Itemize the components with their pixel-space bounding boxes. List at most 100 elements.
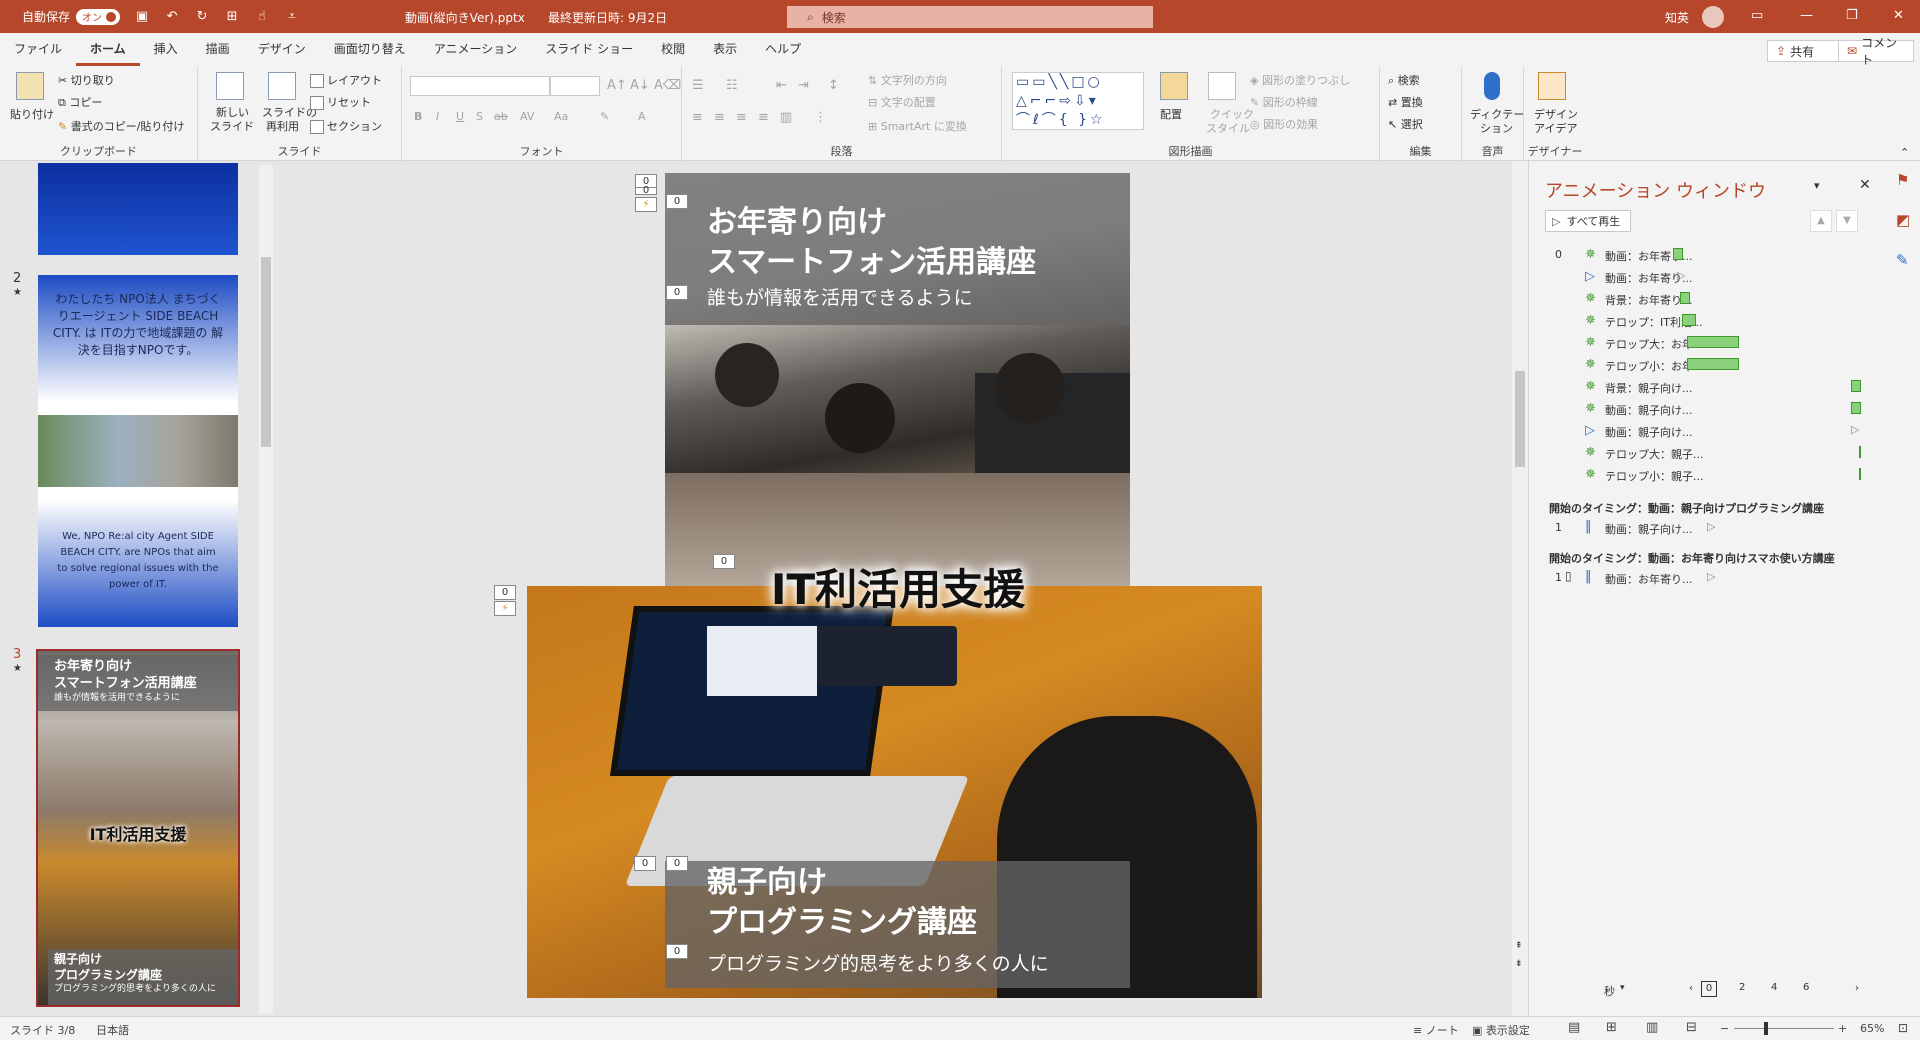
smartart-button[interactable]: ⊞ SmartArt に変換 — [868, 118, 967, 134]
timing-bar[interactable] — [1859, 446, 1861, 458]
columns-icon[interactable]: ▥ — [780, 110, 792, 125]
canvas-scrollbar[interactable]: ⇞ ⇟ — [1512, 161, 1528, 1016]
shadow-icon[interactable]: S — [476, 110, 483, 123]
thumbnail-scroll-thumb[interactable] — [261, 257, 271, 447]
display-settings-button[interactable]: ▣ 表示設定 — [1472, 1022, 1530, 1038]
shape-fill-button[interactable]: ◈ 図形の塗りつぶし — [1250, 72, 1350, 88]
last-modified[interactable]: 最終更新日時: 9月2日 — [548, 9, 667, 26]
timing-bar[interactable] — [1687, 358, 1739, 370]
dictate-icon[interactable] — [1484, 72, 1500, 100]
cut-button[interactable]: ✂ 切り取り — [58, 72, 115, 88]
underline-icon[interactable]: U — [456, 110, 464, 123]
trigger-item-2[interactable]: 動画：お年寄り... — [1605, 571, 1693, 587]
avatar[interactable] — [1702, 6, 1724, 28]
find-button[interactable]: ⌕ 検索 — [1388, 72, 1420, 88]
anim-tag[interactable]: 0 — [713, 554, 735, 569]
timeline-right-icon[interactable]: › — [1855, 983, 1859, 994]
tab-help[interactable]: ヘルプ — [751, 40, 815, 66]
tab-insert[interactable]: 挿入 — [140, 40, 192, 66]
touch-mode-icon[interactable]: ☝ — [254, 9, 270, 25]
align-left-icon[interactable]: ≡ — [692, 110, 703, 125]
design-ideas-label-2[interactable]: アイデア — [1534, 120, 1577, 136]
zoom-in-icon[interactable]: + — [1838, 1022, 1847, 1035]
timing-bar[interactable] — [1851, 380, 1861, 392]
center-telop[interactable]: IT利活用支援 — [688, 556, 1108, 617]
paste-icon[interactable] — [16, 72, 44, 100]
slideshow-icon[interactable]: ⊞ — [224, 9, 240, 25]
animation-list-item[interactable]: ✵ 背景：親子向け... — [1529, 377, 1869, 395]
align-center-icon[interactable]: ≡ — [714, 110, 725, 125]
change-case-icon[interactable]: Aa — [554, 110, 568, 123]
animation-list-item[interactable]: ✵ 動画：親子向け... — [1529, 399, 1869, 417]
format-pane-icon[interactable]: ✎ — [1896, 251, 1909, 269]
minimize-icon[interactable]: — — [1800, 8, 1813, 23]
play-all-button[interactable]: ▷ すべて再生 — [1545, 210, 1631, 232]
highlight-icon[interactable]: ✎ — [600, 110, 609, 123]
customize-qat-icon[interactable]: ⩡ — [284, 9, 300, 25]
tab-draw[interactable]: 描画 — [192, 40, 244, 66]
anim-tag[interactable]: 0 — [635, 186, 657, 196]
anim-trigger-icon[interactable]: ⚡ — [494, 601, 516, 616]
redo-icon[interactable]: ↻ — [194, 9, 210, 25]
anim-trigger-icon[interactable]: ⚡ — [635, 197, 657, 212]
animation-list-item[interactable]: ▷ 動画：親子向け... ▷ — [1529, 421, 1869, 439]
autosave-toggle[interactable]: オン — [76, 8, 121, 25]
top-caption-banner[interactable]: お年寄り向け スマートフォン活用講座 誰もが情報を活用できるように — [665, 173, 1130, 325]
timing-bar[interactable] — [1682, 314, 1696, 326]
animation-list-item[interactable]: ✵ テロップ小：お年... — [1529, 355, 1869, 373]
animation-list-item[interactable]: ▷ 動画：お年寄り... ▷ — [1529, 267, 1869, 285]
tab-home[interactable]: ホーム — [76, 40, 140, 66]
slide-sorter-icon[interactable]: ⊞ — [1606, 1020, 1617, 1035]
move-down-button[interactable]: ▼ — [1836, 210, 1858, 232]
undo-icon[interactable]: ↶ — [164, 9, 180, 25]
timing-bar[interactable] — [1859, 468, 1861, 480]
notes-button[interactable]: ≡ ノート — [1413, 1022, 1459, 1038]
animation-list-item[interactable]: ✵ 背景：お年寄り... — [1529, 289, 1869, 307]
font-color-icon[interactable]: A — [638, 110, 646, 123]
design-ideas-icon[interactable] — [1538, 72, 1566, 100]
reuse-slides-icon[interactable] — [268, 72, 296, 100]
close-icon[interactable]: ✕ — [1893, 8, 1904, 23]
zoom-slider[interactable] — [1734, 1028, 1834, 1029]
animation-list-item[interactable]: ✵ テロップ小：親子... — [1529, 465, 1869, 483]
increase-indent-icon[interactable]: ⇥ — [798, 78, 809, 93]
reuse-slides-label-2[interactable]: 再利用 — [266, 118, 299, 134]
new-slide-icon[interactable] — [216, 72, 244, 100]
restore-icon[interactable]: ❐ — [1846, 8, 1858, 23]
anim-tag[interactable]: 0 — [666, 194, 688, 209]
quick-styles-icon[interactable] — [1208, 72, 1236, 100]
zoom-out-icon[interactable]: − — [1720, 1022, 1729, 1035]
tab-animations[interactable]: アニメーション — [420, 40, 532, 66]
tab-view[interactable]: 表示 — [699, 40, 751, 66]
normal-view-icon[interactable]: ▤ — [1568, 1020, 1580, 1035]
animation-list-item[interactable]: ✵ テロップ：IT利活... — [1529, 311, 1869, 329]
font-family-dropdown[interactable] — [410, 76, 550, 96]
replace-button[interactable]: ⇄ 置換 — [1388, 94, 1423, 110]
slide-thumbnail-3-selected[interactable]: お年寄り向け スマートフォン活用講座 誰もが情報を活用できるように IT利活用支… — [36, 649, 240, 1007]
align-text-button[interactable]: ⊟ 文字の配置 — [868, 94, 936, 110]
bold-icon[interactable]: B — [414, 110, 422, 123]
anim-tag[interactable]: 0 — [634, 856, 656, 871]
tab-transitions[interactable]: 画面切り替え — [320, 40, 420, 66]
shape-outline-button[interactable]: ✎ 図形の枠線 — [1250, 94, 1318, 110]
arrange-icon[interactable] — [1160, 72, 1188, 100]
quick-styles-label-2[interactable]: スタイル — [1206, 120, 1250, 136]
user-name[interactable]: 知英 — [1665, 9, 1689, 26]
decrease-indent-icon[interactable]: ⇤ — [776, 78, 787, 93]
new-slide-label-2[interactable]: スライド — [210, 118, 254, 134]
grow-font-icon[interactable]: A↑ — [607, 78, 627, 93]
comment-button[interactable]: ✉ コメント — [1838, 36, 1914, 67]
strikethrough-icon[interactable]: ab — [494, 110, 508, 123]
bottom-caption-banner[interactable]: 親子向け プログラミング講座 プログラミング的思考をより多くの人に — [665, 861, 1130, 988]
move-up-button[interactable]: ▲ — [1810, 210, 1832, 232]
layout-button[interactable]: レイアウト — [310, 72, 382, 88]
pane-close-icon[interactable]: ✕ — [1859, 177, 1871, 193]
timing-bar[interactable] — [1673, 248, 1683, 260]
reset-button[interactable]: リセット — [310, 94, 371, 110]
ribbon-display-icon[interactable]: ▭ — [1751, 8, 1763, 23]
animation-pane-toggle-icon[interactable]: ⚑ — [1896, 171, 1909, 189]
next-slide-icon[interactable]: ⇟ — [1515, 959, 1523, 969]
tab-file[interactable]: ファイル — [0, 40, 76, 66]
canvas-scroll-thumb[interactable] — [1515, 371, 1525, 467]
timing-bar[interactable] — [1687, 336, 1739, 348]
